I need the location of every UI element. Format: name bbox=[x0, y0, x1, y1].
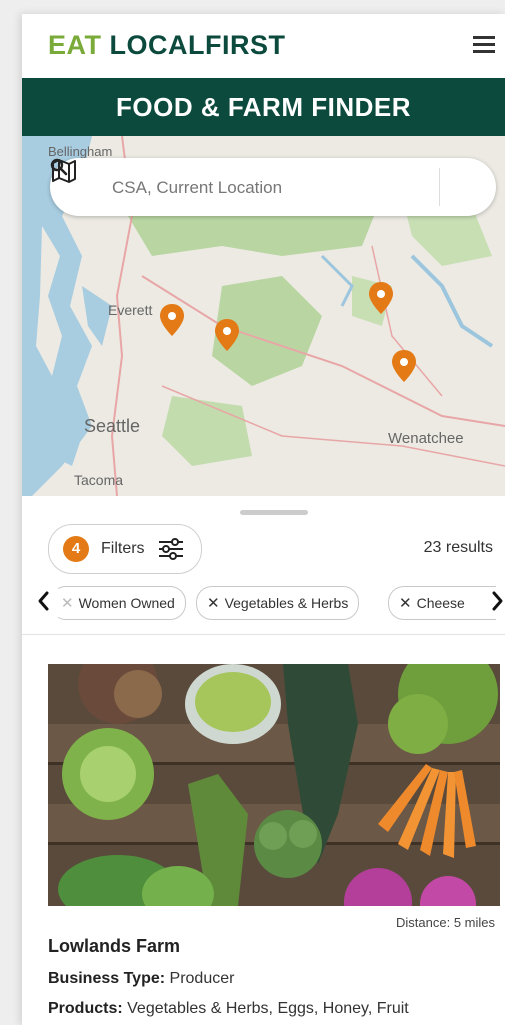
app-screen: EAT LOCALFIRST FOOD & FARM FINDER Bellin… bbox=[22, 14, 505, 1025]
chip-label: Women Owned bbox=[78, 595, 175, 611]
close-icon[interactable]: ✕ bbox=[399, 595, 412, 612]
chip-vegetables-herbs[interactable]: ✕ Vegetables & Herbs bbox=[196, 586, 360, 620]
map-label-wenatchee: Wenatchee bbox=[388, 430, 464, 447]
search-divider bbox=[439, 168, 440, 206]
drag-handle[interactable] bbox=[240, 510, 308, 515]
map-label-seattle: Seattle bbox=[84, 416, 141, 436]
chip-label: Vegetables & Herbs bbox=[224, 595, 349, 611]
divider bbox=[22, 634, 505, 635]
products-value: Vegetables & Herbs, Eggs, Honey, Fruit bbox=[127, 1000, 409, 1017]
vegetables-photo bbox=[48, 664, 500, 906]
business-type-label: Business Type: bbox=[48, 970, 166, 987]
logo-first: FIRST bbox=[205, 30, 286, 60]
close-icon[interactable]: ✕ bbox=[207, 595, 220, 612]
results-panel: 4 Filters 23 results ✕ Women Owned ✕ Veg… bbox=[22, 496, 505, 1025]
chip-women-owned[interactable]: ✕ Women Owned bbox=[58, 586, 186, 620]
listing-title[interactable]: Lowlands Farm bbox=[48, 936, 180, 957]
hamburger-icon[interactable] bbox=[473, 34, 497, 54]
products: Products: Vegetables & Herbs, Eggs, Hone… bbox=[48, 1000, 409, 1018]
chevron-left-icon[interactable] bbox=[36, 590, 50, 612]
map-label-bellingham: Bellingham bbox=[48, 144, 113, 159]
business-type: Business Type: Producer bbox=[48, 970, 234, 988]
close-icon[interactable]: ✕ bbox=[61, 595, 74, 612]
products-label: Products: bbox=[48, 1000, 123, 1017]
map-icon[interactable] bbox=[50, 158, 78, 184]
business-type-value: Producer bbox=[169, 970, 235, 987]
map-label-tacoma: Tacoma bbox=[74, 472, 124, 488]
search-input[interactable] bbox=[110, 172, 424, 204]
logo[interactable]: EAT LOCALFIRST bbox=[48, 30, 286, 61]
map-view[interactable]: Bellingham Everett Seattle Tacoma Wenatc… bbox=[22, 136, 505, 496]
logo-local: LOCAL bbox=[109, 30, 205, 60]
chip-cheese[interactable]: ✕ Cheese bbox=[388, 586, 496, 620]
distance-text: Distance: 5 miles bbox=[396, 915, 495, 930]
filters-button[interactable]: 4 Filters bbox=[48, 524, 202, 574]
search-bar bbox=[50, 158, 496, 216]
page-title: FOOD & FARM FINDER bbox=[22, 78, 505, 136]
sliders-icon bbox=[159, 538, 183, 560]
listing-photo[interactable] bbox=[48, 664, 500, 906]
filter-chips-row: ✕ Women Owned ✕ Vegetables & Herbs ✕ Cheese bbox=[22, 584, 505, 624]
chevron-right-icon[interactable] bbox=[491, 590, 505, 612]
logo-eat: EAT bbox=[48, 30, 102, 60]
map-label-everett: Everett bbox=[108, 302, 153, 318]
filters-label: Filters bbox=[101, 540, 145, 557]
filter-chips: ✕ Women Owned ✕ Vegetables & Herbs ✕ Cheese bbox=[58, 584, 496, 624]
chip-label: Cheese bbox=[416, 595, 465, 611]
top-bar: EAT LOCALFIRST bbox=[22, 14, 505, 78]
filters-count-badge: 4 bbox=[63, 536, 89, 562]
results-count: 23 results bbox=[423, 539, 493, 556]
